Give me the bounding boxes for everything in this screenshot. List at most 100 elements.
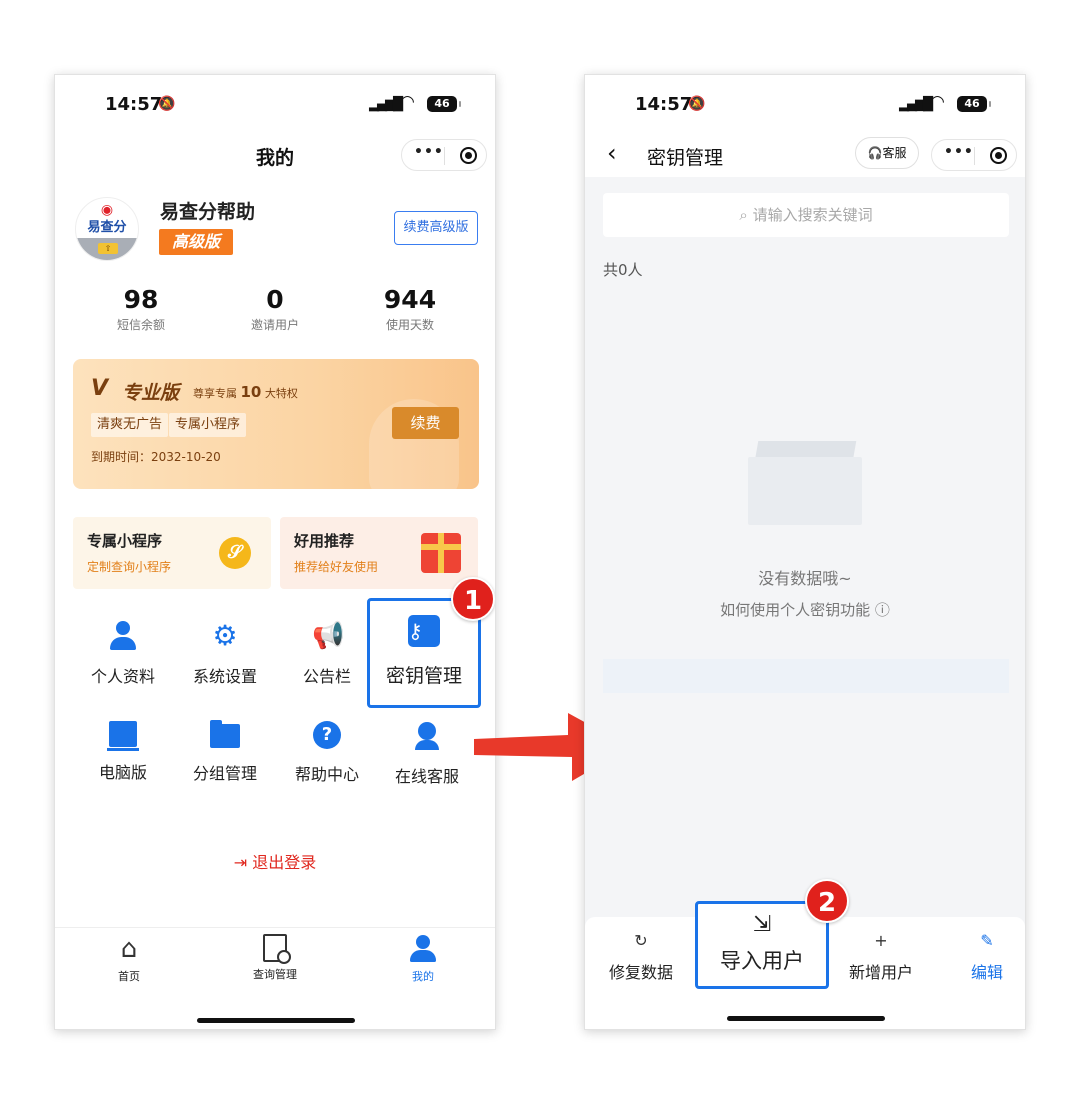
status-time: 14:57 bbox=[635, 94, 693, 115]
search-icon: ⌕ bbox=[739, 206, 753, 224]
capsule-divider bbox=[974, 147, 975, 165]
signal-icon: ▂▄▆█ bbox=[369, 97, 403, 112]
help-icon: ? bbox=[313, 721, 341, 749]
empty-text: 没有数据哦~ bbox=[758, 569, 852, 588]
tab-home[interactable]: ⌂ 首页 bbox=[79, 934, 179, 984]
menu-label: 密钥管理 bbox=[385, 665, 462, 687]
stat-value: 98 bbox=[123, 285, 159, 314]
person-icon bbox=[108, 621, 138, 651]
promo-title: 好用推荐 bbox=[294, 532, 355, 550]
step-badge-2: 2 bbox=[805, 879, 849, 923]
import-arrow-icon: ⇲ bbox=[752, 912, 772, 937]
page-title: 密钥管理 bbox=[647, 147, 724, 169]
tab-bar: ⌂ 首页 查询管理 我的 bbox=[55, 927, 495, 1029]
vip-tag: 专属小程序 bbox=[169, 413, 247, 437]
headset-icon: 🎧 bbox=[867, 146, 883, 160]
pencil-icon: ✎ bbox=[980, 931, 994, 950]
home-indicator bbox=[727, 1016, 885, 1021]
menu-label: 系统设置 bbox=[192, 667, 257, 686]
menu-online-service[interactable]: 在线客服 bbox=[377, 721, 477, 787]
phone-my-page: 14:57 🔕 ▂▄▆█ ◠ 46 我的 ••• ◉ 易查分 ⇧ 易查分帮助 高级… bbox=[54, 74, 496, 1030]
action-label: 编辑 bbox=[970, 963, 1003, 982]
close-circle-icon[interactable] bbox=[460, 147, 477, 164]
add-user-button[interactable]: + 新增用户 bbox=[831, 931, 931, 983]
close-circle-icon[interactable] bbox=[990, 147, 1007, 164]
menu-desktop[interactable]: 电脑版 bbox=[73, 721, 173, 783]
promo-subtitle: 推荐给好友使用 bbox=[294, 560, 379, 574]
logo: ◉ 易查分 bbox=[87, 202, 127, 235]
action-label: 修复数据 bbox=[608, 963, 673, 982]
more-dots-icon[interactable]: ••• bbox=[414, 144, 444, 160]
vip-edition: 专业版 bbox=[122, 382, 180, 404]
gear-icon: ⚙ bbox=[212, 619, 238, 652]
repair-data-button[interactable]: ↻ 修复数据 bbox=[591, 931, 691, 983]
logo-text: 易查分 bbox=[87, 220, 127, 235]
vip-icon: V bbox=[91, 376, 109, 401]
step-badge-1: 1 bbox=[451, 577, 495, 621]
menu-settings[interactable]: ⚙ 系统设置 bbox=[175, 621, 275, 687]
menu-profile[interactable]: 个人资料 bbox=[73, 621, 173, 687]
home-indicator bbox=[197, 1018, 355, 1023]
stat-days[interactable]: 944 使用天数 bbox=[350, 285, 470, 333]
status-time: 14:57 bbox=[105, 94, 163, 115]
stat-label: 短信余额 bbox=[116, 318, 165, 332]
query-doc-icon bbox=[263, 934, 291, 964]
wifi-icon: ◠ bbox=[400, 92, 415, 112]
service-label: 客服 bbox=[882, 146, 907, 160]
person-icon bbox=[409, 934, 437, 964]
howto-link[interactable]: 如何使用个人密钥功能 ⓘ bbox=[585, 599, 1025, 620]
menu-label: 在线客服 bbox=[394, 767, 459, 786]
desktop-icon bbox=[107, 721, 139, 751]
action-label: 新增用户 bbox=[848, 963, 913, 982]
vip-subtitle-suffix: 大特权 bbox=[264, 387, 298, 400]
phone-key-management: 14:57 🔕 ▂▄▆█ ◠ 46 ‹ 密钥管理 🎧客服 ••• ⌕ 请输入搜索… bbox=[584, 74, 1026, 1030]
logout-button[interactable]: ⇥ 退出登录 bbox=[55, 849, 495, 873]
menu-groups[interactable]: 分组管理 bbox=[175, 720, 275, 784]
search-input[interactable]: ⌕ 请输入搜索关键词 bbox=[603, 193, 1009, 237]
menu-label: 帮助中心 bbox=[294, 765, 359, 784]
vip-card[interactable]: V 专业版 尊享专属 10 大特权 清爽无广告 专属小程序 到期时间：2032-… bbox=[73, 359, 479, 489]
customer-service-icon bbox=[412, 721, 442, 751]
menu-label: 分组管理 bbox=[192, 764, 257, 783]
promo-recommend[interactable]: 好用推荐 推荐给好友使用 bbox=[280, 517, 478, 589]
vip-tag: 清爽无广告 bbox=[91, 413, 169, 437]
mute-bell-icon: 🔕 bbox=[688, 96, 706, 112]
edit-button[interactable]: ✎ 编辑 bbox=[937, 931, 1025, 983]
level-badge: 高级版 bbox=[159, 229, 233, 255]
menu-label: 公告栏 bbox=[302, 667, 351, 686]
renew-premium-button[interactable]: 续费高级版 bbox=[394, 211, 478, 245]
more-dots-icon[interactable]: ••• bbox=[944, 144, 974, 160]
logout-icon: ⇥ bbox=[233, 853, 253, 872]
back-chevron-icon[interactable]: ‹ bbox=[607, 139, 617, 167]
stat-label: 邀请用户 bbox=[250, 318, 299, 332]
stat-sms[interactable]: 98 短信余额 bbox=[81, 285, 201, 333]
mute-bell-icon: 🔕 bbox=[158, 96, 176, 112]
home-icon: ⌂ bbox=[120, 934, 138, 964]
upload-icon[interactable]: ⇧ bbox=[98, 243, 118, 254]
avatar[interactable]: ◉ 易查分 ⇧ bbox=[75, 197, 139, 261]
stat-invited[interactable]: 0 邀请用户 bbox=[215, 285, 335, 333]
stat-label: 使用天数 bbox=[385, 318, 434, 332]
tab-me[interactable]: 我的 bbox=[373, 934, 473, 984]
tab-query[interactable]: 查询管理 bbox=[225, 934, 325, 982]
mini-program-capsule[interactable]: ••• bbox=[931, 139, 1017, 171]
promo-subtitle: 定制查询小程序 bbox=[87, 560, 172, 574]
box-front bbox=[748, 457, 862, 525]
status-bar: 14:57 🔕 ▂▄▆█ ◠ 46 bbox=[585, 75, 1025, 135]
user-name: 易查分帮助 bbox=[160, 201, 256, 223]
menu-announcement[interactable]: 📢 公告栏 bbox=[277, 621, 377, 687]
vip-renew-button[interactable]: 续费 bbox=[392, 407, 459, 439]
tab-label: 查询管理 bbox=[253, 968, 297, 981]
promo-mini-program[interactable]: 专属小程序 定制查询小程序 𝒮 bbox=[73, 517, 271, 589]
status-bar: 14:57 🔕 ▂▄▆█ ◠ 46 bbox=[55, 75, 495, 135]
vip-subtitle-num: 10 bbox=[240, 383, 262, 401]
battery-icon: 46 bbox=[957, 96, 991, 112]
search-placeholder: 请输入搜索关键词 bbox=[752, 206, 873, 224]
service-button[interactable]: 🎧客服 bbox=[855, 137, 919, 169]
vip-subtitle-prefix: 尊享专属 bbox=[193, 387, 237, 400]
user-count: 共0人 bbox=[603, 261, 643, 279]
refresh-icon: ↻ bbox=[634, 931, 648, 950]
menu-help[interactable]: ? 帮助中心 bbox=[277, 721, 377, 785]
mini-program-capsule[interactable]: ••• bbox=[401, 139, 487, 171]
faint-banner bbox=[603, 659, 1009, 693]
